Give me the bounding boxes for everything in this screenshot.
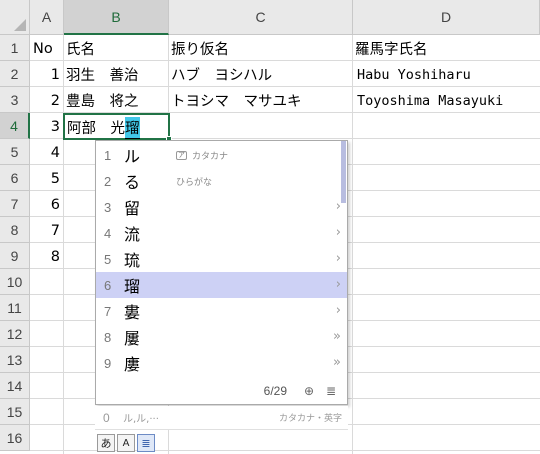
- row-header-4[interactable]: 4: [0, 113, 30, 139]
- cell-b3[interactable]: 豊島 将之: [64, 88, 168, 113]
- row-header-8[interactable]: 8: [0, 217, 30, 243]
- row-header-9[interactable]: 9: [0, 243, 30, 269]
- select-all-corner[interactable]: [0, 0, 30, 35]
- cell-b2[interactable]: 羽生 善治: [64, 62, 168, 87]
- row-header-15[interactable]: 15: [0, 399, 30, 425]
- row-header-10[interactable]: 10: [0, 269, 30, 295]
- cell-a7[interactable]: 6: [31, 192, 63, 217]
- candidate-3[interactable]: 3 留 ›: [96, 194, 347, 220]
- column-header-d[interactable]: D: [353, 0, 540, 35]
- candidate-text: る: [124, 173, 141, 192]
- cell-a6[interactable]: 5: [31, 166, 63, 191]
- candidate-index: 7: [104, 303, 112, 319]
- candidate-7[interactable]: 7 婁 ›: [96, 298, 347, 324]
- column-header-a[interactable]: A: [30, 0, 64, 35]
- cell-editor[interactable]: 阿部 光瑠: [67, 117, 140, 139]
- row-header-7[interactable]: 7: [0, 191, 30, 217]
- row-header-2[interactable]: 2: [0, 61, 30, 87]
- convert-mode-button[interactable]: A: [117, 434, 135, 452]
- candidate-scrollbar[interactable]: [341, 141, 346, 203]
- cell-b1[interactable]: 氏名: [64, 36, 168, 61]
- candidate-text: ル: [124, 147, 141, 166]
- row-header-5[interactable]: 5: [0, 139, 30, 165]
- candidate-text: 瑠: [124, 277, 141, 296]
- double-chevron-right-icon[interactable]: »: [333, 329, 341, 344]
- zoom-icon[interactable]: ⊕: [301, 383, 317, 399]
- candidate-hint-label: ひらがな: [176, 177, 213, 188]
- candidate-index: 6: [104, 277, 112, 293]
- cell-a4[interactable]: 3: [31, 114, 63, 139]
- cell-a5[interactable]: 4: [31, 140, 63, 165]
- candidate-text: 流: [124, 225, 141, 244]
- cell-c3[interactable]: トヨシマ マサユキ: [169, 88, 352, 113]
- row-header-1[interactable]: 1: [0, 35, 30, 61]
- candidate-hint: ひらがな: [176, 175, 212, 188]
- ime-candidate-window[interactable]: 1 ル アカタカナ 2 る ひらがな 3 留 › 4 流 › 5 琉 › 6 瑠 › 7 婁 › 8 屢 » 9 廔 » 6/29 …: [95, 140, 348, 405]
- candidate-hint-label: カタカナ: [192, 151, 229, 162]
- cell-d3[interactable]: Toyoshima Masayuki: [353, 88, 540, 113]
- row-header-3[interactable]: 3: [0, 87, 30, 113]
- candidate-5[interactable]: 5 琉 ›: [96, 246, 347, 272]
- prediction-candidate[interactable]: 0 ル,ル,··· カタカナ・英字: [95, 406, 348, 430]
- chevron-right-icon[interactable]: ›: [336, 303, 341, 318]
- chevron-right-icon[interactable]: ›: [336, 277, 341, 292]
- chevron-right-icon[interactable]: ›: [336, 251, 341, 266]
- hiragana-mode-button[interactable]: あ: [97, 434, 115, 452]
- katakana-icon: ア: [176, 150, 187, 160]
- candidate-text: 婁: [124, 303, 141, 322]
- double-chevron-right-icon[interactable]: »: [333, 355, 341, 370]
- candidate-footer: 6/29 ⊕ ≣: [96, 378, 347, 404]
- row-header-6[interactable]: 6: [0, 165, 30, 191]
- row-header-13[interactable]: 13: [0, 347, 30, 373]
- prediction-mode: カタカナ・英字: [278, 414, 342, 424]
- candidate-index: 8: [104, 329, 112, 345]
- candidate-1[interactable]: 1 ル アカタカナ: [96, 142, 347, 168]
- prediction-text: ル,ル,···: [123, 414, 159, 425]
- candidate-index: 3: [104, 199, 112, 215]
- candidate-text: 琉: [124, 251, 141, 270]
- candidate-text: 屢: [124, 329, 141, 348]
- active-cell-b4[interactable]: 阿部 光瑠: [63, 113, 172, 142]
- cell-c2[interactable]: ハブ ヨシハル: [169, 62, 352, 87]
- candidate-hint: アカタカナ: [176, 149, 228, 162]
- convert-icon: A: [122, 437, 130, 449]
- candidate-index: 9: [104, 355, 112, 371]
- column-header-b[interactable]: B: [64, 0, 169, 35]
- candidate-2[interactable]: 2 る ひらがな: [96, 168, 347, 194]
- cell-c1[interactable]: 振り仮名: [169, 36, 352, 61]
- composing-text: 瑠: [125, 117, 140, 139]
- candidate-index: 5: [104, 251, 112, 267]
- cell-d2[interactable]: Habu Yoshiharu: [353, 62, 540, 87]
- candidate-text: 廔: [124, 355, 141, 374]
- prediction-index: 0: [103, 410, 110, 425]
- candidate-index: 4: [104, 225, 112, 241]
- cell-a2[interactable]: 1: [31, 62, 63, 87]
- candidate-index: 1: [104, 147, 112, 163]
- chevron-right-icon[interactable]: ›: [336, 225, 341, 240]
- cell-a3[interactable]: 2: [31, 88, 63, 113]
- row-header-11[interactable]: 11: [0, 295, 30, 321]
- candidate-9[interactable]: 9 廔 »: [96, 350, 347, 376]
- row-header-16[interactable]: 16: [0, 425, 30, 451]
- table-view-icon[interactable]: ≣: [323, 383, 339, 399]
- candidate-8[interactable]: 8 屢 »: [96, 324, 347, 350]
- cell-a9[interactable]: 8: [31, 244, 63, 269]
- committed-text: 阿部 光: [67, 121, 125, 137]
- row-header-12[interactable]: 12: [0, 321, 30, 347]
- ime-toolbar: あ A ≣: [97, 434, 157, 454]
- row-header-14[interactable]: 14: [0, 373, 30, 399]
- cell-d1[interactable]: 羅馬字氏名: [353, 36, 540, 61]
- candidate-list-button[interactable]: ≣: [137, 434, 155, 452]
- page-indicator: 6/29: [263, 384, 287, 398]
- candidate-4[interactable]: 4 流 ›: [96, 220, 347, 246]
- candidate-index: 2: [104, 173, 112, 189]
- candidate-6[interactable]: 6 瑠 ›: [96, 272, 347, 298]
- cell-a8[interactable]: 7: [31, 218, 63, 243]
- candidate-text: 留: [124, 199, 141, 218]
- cell-a1[interactable]: No: [31, 36, 63, 61]
- column-header-c[interactable]: C: [169, 0, 353, 35]
